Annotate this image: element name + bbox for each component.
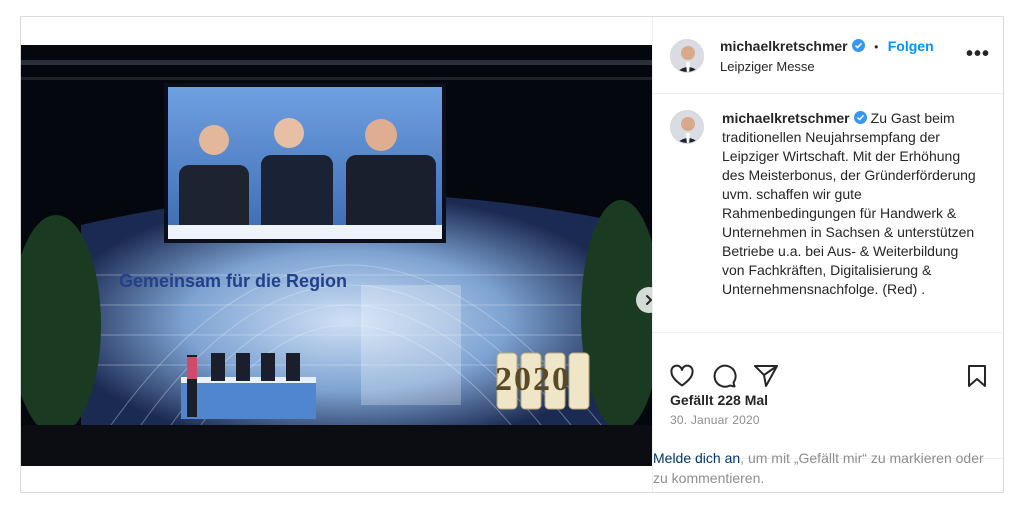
avatar[interactable] bbox=[670, 110, 704, 144]
header-separator: • bbox=[874, 40, 879, 54]
post-image[interactable]: Gemeinsam für die Region 2020 bbox=[21, 45, 652, 466]
caption-section: michaelkretschmer Zu Gast beim traditione… bbox=[653, 94, 1005, 333]
verified-badge-icon bbox=[851, 39, 865, 52]
post-header: michaelkretschmer • Folgen Leipziger Mes… bbox=[653, 17, 1005, 94]
more-options-button[interactable]: ••• bbox=[966, 43, 990, 66]
likes-count[interactable]: Gefällt 228 Mal bbox=[670, 392, 768, 408]
login-link[interactable]: Melde dich an bbox=[653, 450, 740, 466]
post-actions: Gefällt 228 Mal 30. Januar 2020 bbox=[653, 333, 1005, 459]
avatar[interactable] bbox=[670, 39, 704, 73]
year-sign-text: 2020 bbox=[495, 361, 571, 398]
stage-banner-text: Gemeinsam für die Region bbox=[119, 271, 348, 291]
caption-username[interactable]: michaelkretschmer bbox=[722, 110, 850, 126]
heart-icon[interactable] bbox=[669, 364, 695, 393]
header-username[interactable]: michaelkretschmer bbox=[720, 38, 848, 54]
chevron-right-icon bbox=[643, 294, 652, 306]
post-caption: michaelkretschmer Zu Gast beim traditione… bbox=[722, 109, 984, 299]
comment-icon[interactable] bbox=[711, 363, 737, 394]
caption-text: Zu Gast beim traditionellen Neujahrsempf… bbox=[722, 110, 976, 297]
location-link[interactable]: Leipziger Messe bbox=[720, 59, 815, 74]
share-icon[interactable] bbox=[753, 364, 779, 393]
login-prompt: Melde dich an, um mit „Gefällt mir“ zu m… bbox=[653, 448, 998, 488]
post-date[interactable]: 30. Januar 2020 bbox=[670, 413, 760, 427]
verified-badge-icon bbox=[853, 111, 867, 124]
post-sidebar: michaelkretschmer • Folgen Leipziger Mes… bbox=[652, 17, 1005, 492]
bookmark-icon[interactable] bbox=[966, 364, 988, 393]
follow-button[interactable]: Folgen bbox=[888, 38, 934, 54]
